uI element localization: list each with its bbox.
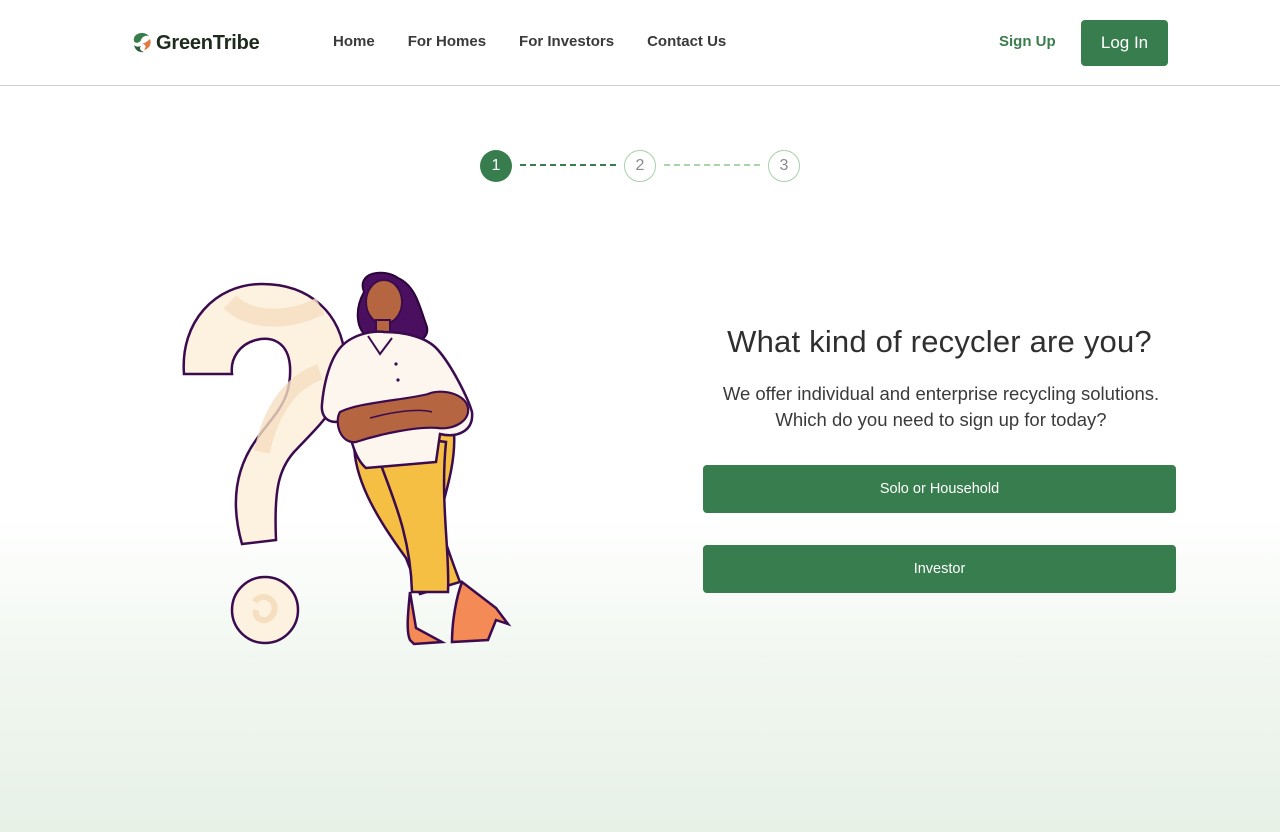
sign-up-link[interactable]: Sign Up bbox=[999, 33, 1056, 50]
brand-logo[interactable]: GreenTribe bbox=[130, 30, 260, 56]
nav-for-investors[interactable]: For Investors bbox=[519, 33, 614, 50]
step-connector-2 bbox=[664, 164, 760, 166]
nav-home[interactable]: Home bbox=[333, 33, 375, 50]
top-navigation-bar: GreenTribe Home For Homes For Investors … bbox=[0, 0, 1280, 86]
greentribe-logo-icon bbox=[133, 33, 151, 53]
page-subtext: We offer individual and enterprise recyc… bbox=[703, 381, 1179, 433]
nav-for-homes[interactable]: For Homes bbox=[408, 33, 486, 50]
step-2-indicator: 2 bbox=[624, 150, 656, 182]
solo-or-household-button[interactable]: Solo or Household bbox=[703, 465, 1176, 513]
investor-button[interactable]: Investor bbox=[703, 545, 1176, 593]
brand-name: GreenTribe bbox=[156, 31, 260, 54]
subtext-line-1: We offer individual and enterprise recyc… bbox=[722, 383, 1160, 404]
step-3-indicator: 3 bbox=[768, 150, 800, 182]
step-connector-1 bbox=[520, 164, 616, 166]
page-headline: What kind of recycler are you? bbox=[727, 324, 1152, 359]
main-nav: Home For Homes For Investors Contact Us bbox=[333, 33, 726, 50]
nav-contact-us[interactable]: Contact Us bbox=[647, 33, 726, 50]
log-in-button[interactable]: Log In bbox=[1081, 20, 1168, 66]
step-1-indicator: 1 bbox=[480, 150, 512, 182]
subtext-line-2: Which do you need to sign up for today? bbox=[775, 409, 1107, 430]
woman-leaning-on-question-mark-illustration bbox=[182, 271, 512, 646]
